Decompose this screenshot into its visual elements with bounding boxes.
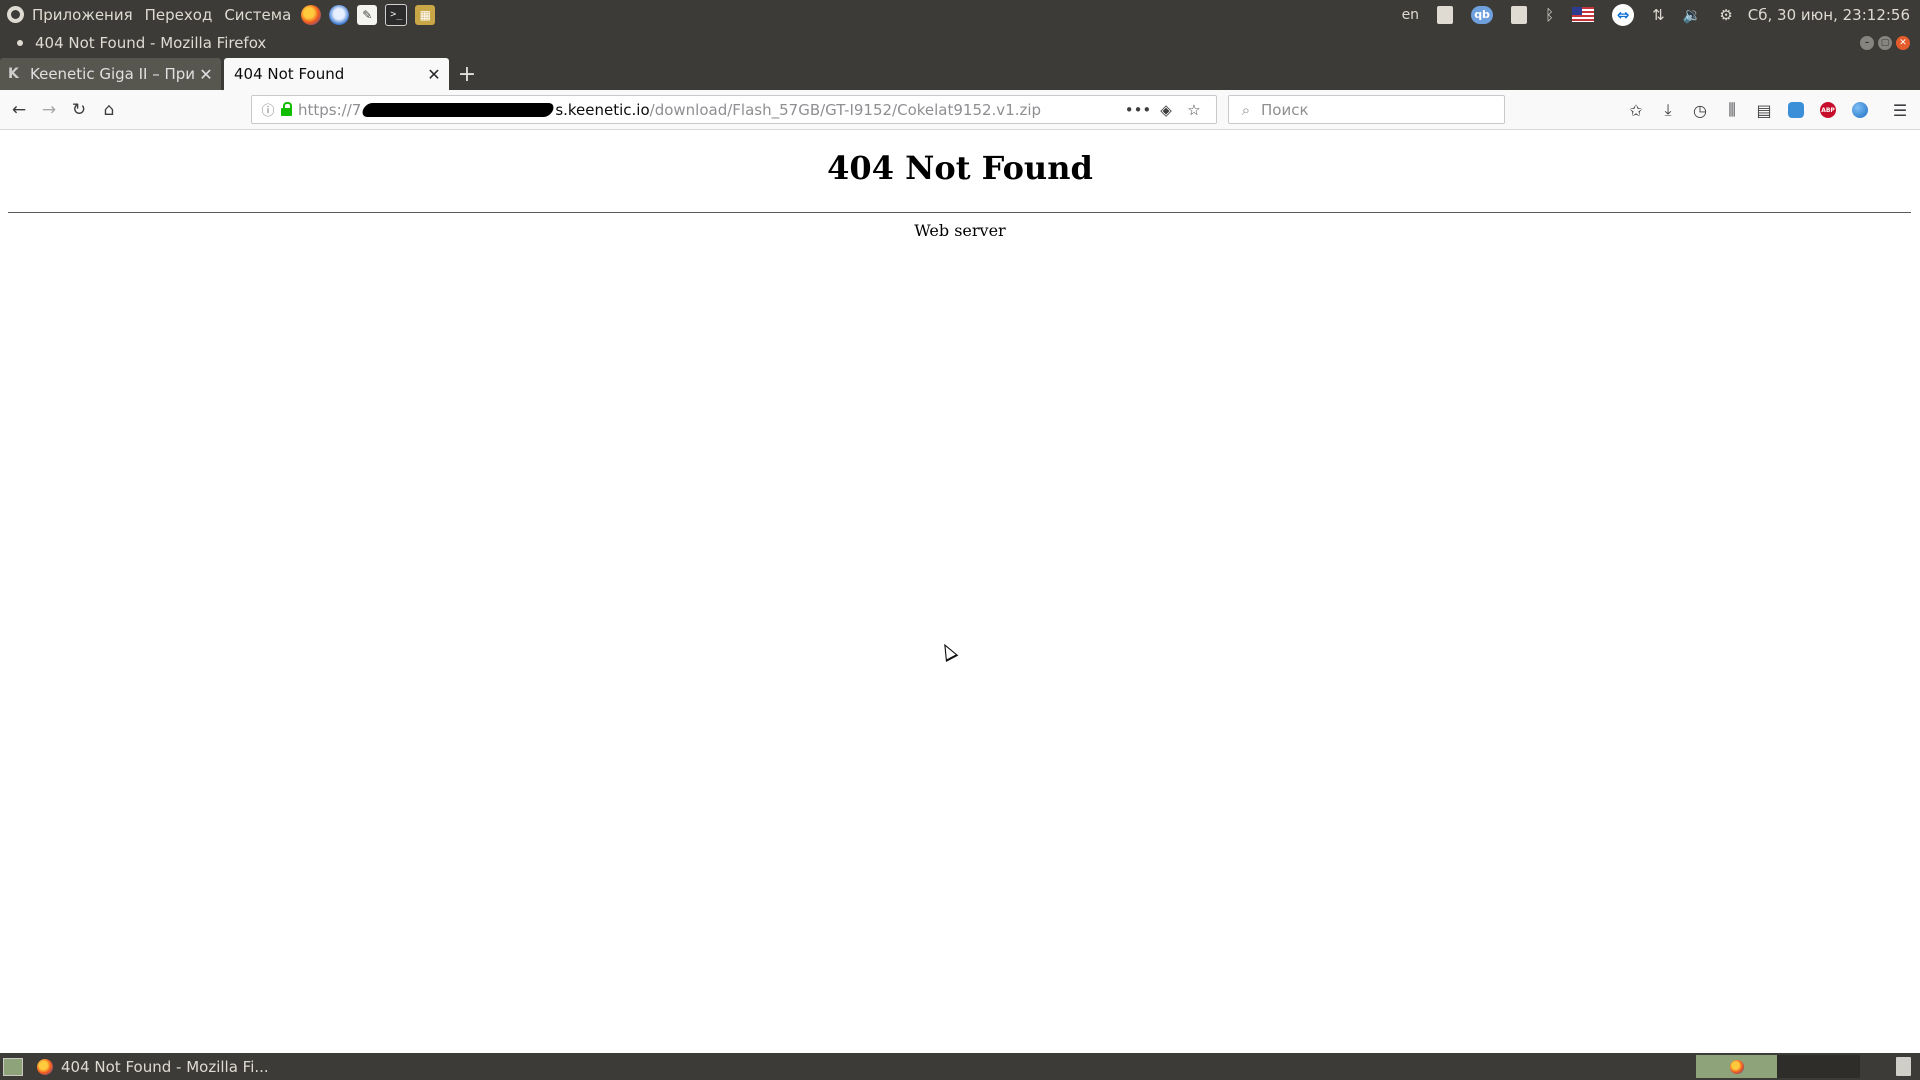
- workspace-2[interactable]: [1778, 1055, 1860, 1078]
- tab-strip: K Keenetic Giga II – Прил ✕ 404 Not Foun…: [0, 57, 1920, 90]
- tab-label: 404 Not Found: [234, 65, 345, 83]
- keenetic-favicon-icon: K: [8, 66, 19, 82]
- url-protocol: https://7: [298, 100, 362, 119]
- pocket-icon[interactable]: ◈: [1152, 101, 1180, 119]
- top-panel: Приложения Переход Система ✎ >_ ▦ en qb …: [0, 0, 1920, 29]
- notes-tray-icon[interactable]: [1511, 5, 1528, 24]
- download-icon[interactable]: ⤓: [1652, 95, 1684, 125]
- extension-icon[interactable]: [1780, 95, 1812, 125]
- settings-gear-icon[interactable]: ⚙: [1719, 6, 1732, 24]
- show-desktop-button[interactable]: [3, 1057, 23, 1076]
- panel-tray: en qb ᛒ ⇅ 🔉 ⚙ Сб, 30 июн, 23:12:56: [1393, 0, 1920, 29]
- window-controls: – ▢ ✕: [1856, 36, 1910, 50]
- forward-arrow-icon[interactable]: →: [34, 95, 64, 125]
- page-content: 404 Not Found Web server: [0, 130, 1920, 1053]
- search-icon: ⌕: [1241, 100, 1251, 119]
- keyboard-layout-indicator[interactable]: en: [1402, 7, 1420, 23]
- teamviewer-icon[interactable]: [1612, 3, 1635, 26]
- close-tab-icon[interactable]: ✕: [195, 65, 217, 84]
- home-icon[interactable]: ⌂: [94, 95, 124, 125]
- hamburger-menu-icon[interactable]: ☰: [1884, 95, 1916, 125]
- trash-icon[interactable]: [1896, 1057, 1911, 1076]
- bookmarks-star-list-icon[interactable]: ✩: [1620, 95, 1652, 125]
- thunderbird-launcher-icon[interactable]: [329, 4, 350, 25]
- volume-icon[interactable]: 🔉: [1683, 6, 1702, 24]
- toolbar-buttons: ✩ ⤓ ◷ ⫼ ▤ ABP ☰: [1620, 95, 1916, 125]
- url-path: /download/Flash_57GB/GT-I9152/Cokelat915…: [649, 100, 1042, 119]
- search-bar[interactable]: ⌕ Поиск: [1228, 95, 1505, 124]
- sidebar-icon[interactable]: ▤: [1748, 95, 1780, 125]
- reload-icon[interactable]: ↻: [64, 95, 94, 125]
- horizontal-rule: [8, 212, 1911, 213]
- us-flag-icon[interactable]: [1572, 7, 1595, 22]
- window-title: 404 Not Found - Mozilla Firefox: [35, 34, 267, 52]
- adblock-icon[interactable]: ABP: [1812, 95, 1844, 125]
- network-icon[interactable]: ⇅: [1652, 6, 1665, 24]
- window-titlebar[interactable]: 404 Not Found - Mozilla Firefox – ▢ ✕: [0, 29, 1920, 57]
- back-arrow-icon[interactable]: ←: [4, 95, 34, 125]
- close-window-button[interactable]: ✕: [1896, 36, 1910, 50]
- maximize-button[interactable]: ▢: [1878, 36, 1892, 50]
- navigation-toolbar: ← → ↻ ⌂ ⓘ https://7 s.keenetic.io /downl…: [0, 90, 1920, 130]
- page-title: 404 Not Found: [827, 149, 1093, 187]
- bookmark-star-icon[interactable]: ☆: [1180, 101, 1208, 119]
- qbittorrent-tray-icon[interactable]: qb: [1471, 5, 1494, 24]
- new-tab-button[interactable]: +: [453, 61, 481, 87]
- firefox-icon: [37, 1058, 53, 1075]
- clock[interactable]: Сб, 30 июн, 23:12:56: [1748, 6, 1910, 24]
- site-info-icon[interactable]: ⓘ: [259, 100, 277, 119]
- mouse-cursor-icon: [938, 640, 959, 663]
- taskbar-window-firefox[interactable]: 404 Not Found - Mozilla Fi...: [37, 1053, 269, 1080]
- tab-404-not-found[interactable]: 404 Not Found ✕: [224, 58, 449, 90]
- close-tab-icon[interactable]: ✕: [423, 65, 445, 84]
- workspace-switcher: [1696, 1055, 1860, 1078]
- terminal-launcher-icon[interactable]: >_: [385, 3, 408, 26]
- menu-places[interactable]: Переход: [139, 6, 219, 24]
- page-actions-icon[interactable]: •••: [1124, 101, 1152, 119]
- clipboard-tray-icon[interactable]: [1437, 5, 1454, 24]
- archive-manager-launcher-icon[interactable]: ▦: [415, 4, 436, 25]
- tab-keenetic[interactable]: K Keenetic Giga II – Прил ✕: [0, 58, 221, 90]
- history-clock-icon[interactable]: ◷: [1684, 95, 1716, 125]
- ubuntu-logo-icon[interactable]: [7, 6, 24, 23]
- lock-icon[interactable]: [281, 101, 292, 116]
- firefox-icon: [1729, 1059, 1744, 1074]
- menu-system[interactable]: Система: [218, 6, 297, 24]
- panel-menus: Приложения Переход Система ✎ >_ ▦: [0, 0, 439, 29]
- vpn-globe-icon[interactable]: [1844, 95, 1876, 125]
- menu-applications[interactable]: Приложения: [26, 6, 139, 24]
- minimize-button[interactable]: –: [1860, 36, 1874, 50]
- tab-label: Keenetic Giga II – Прил: [30, 65, 195, 83]
- bluetooth-icon[interactable]: ᛒ: [1545, 6, 1554, 24]
- qbittorrent-label: qb: [1471, 5, 1494, 24]
- redaction-scribble: [360, 102, 556, 117]
- firefox-launcher-icon[interactable]: [301, 4, 322, 25]
- url-bar[interactable]: ⓘ https://7 s.keenetic.io /download/Flas…: [251, 95, 1217, 124]
- search-input[interactable]: Поиск: [1261, 101, 1309, 119]
- bottom-taskbar: 404 Not Found - Mozilla Fi...: [0, 1053, 1920, 1080]
- text-editor-launcher-icon[interactable]: ✎: [357, 4, 378, 25]
- url-text[interactable]: https://7 s.keenetic.io /download/Flash_…: [298, 101, 1041, 119]
- window-menu-icon[interactable]: [17, 40, 23, 46]
- taskbar-window-label: 404 Not Found - Mozilla Fi...: [61, 1057, 269, 1076]
- library-icon[interactable]: ⫼: [1716, 95, 1748, 125]
- workspace-1[interactable]: [1696, 1055, 1778, 1078]
- url-actions: ••• ◈ ☆: [1124, 101, 1208, 119]
- url-host: s.keenetic.io: [555, 100, 650, 119]
- server-label: Web server: [914, 221, 1006, 240]
